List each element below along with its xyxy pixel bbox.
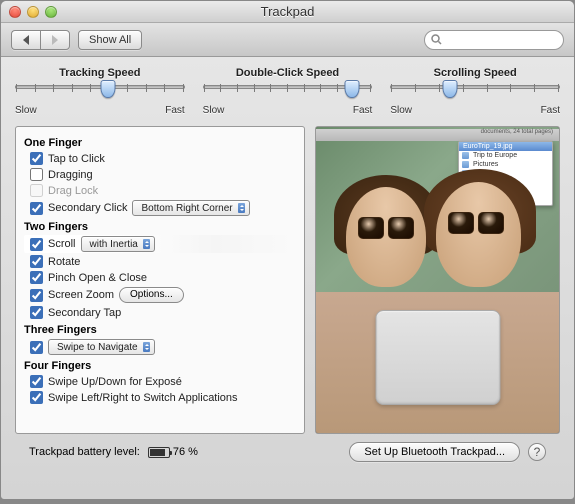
pinch-checkbox[interactable]	[30, 271, 43, 284]
setup-bluetooth-button[interactable]: Set Up Bluetooth Trackpad...	[349, 442, 520, 462]
switch-apps-checkbox[interactable]	[30, 391, 43, 404]
gesture-preview: documents, 24 total pages) EuroTrip_19.j…	[315, 126, 560, 434]
four-fingers-heading: Four Fingers	[24, 360, 296, 372]
scroll-checkbox[interactable]	[30, 238, 43, 251]
tap-to-click-checkbox[interactable]	[30, 152, 43, 165]
three-fingers-heading: Three Fingers	[24, 324, 296, 336]
scrolling-speed-label: Scrolling Speed	[390, 67, 560, 79]
search-field[interactable]	[424, 30, 564, 50]
expose-checkbox[interactable]	[30, 375, 43, 388]
help-button[interactable]: ?	[528, 443, 546, 461]
options-panel: One Finger Tap to Click Dragging Drag Lo…	[15, 126, 305, 434]
tracking-speed-slider[interactable]	[15, 85, 185, 103]
tracking-speed-label: Tracking Speed	[15, 67, 185, 79]
back-button[interactable]	[11, 30, 40, 50]
nav-seg	[11, 30, 70, 50]
dragging-checkbox[interactable]	[30, 168, 43, 181]
doubleclick-speed-label: Double-Click Speed	[203, 67, 373, 79]
window-title: Trackpad	[1, 4, 574, 19]
slider-knob[interactable]	[344, 80, 359, 98]
window: Trackpad Show All Tracking Speed SlowFas…	[0, 0, 575, 500]
three-finger-swipe-popup[interactable]: Swipe to Navigate	[48, 339, 155, 355]
one-finger-heading: One Finger	[24, 137, 296, 149]
secondary-click-popup[interactable]: Bottom Right Corner	[132, 200, 249, 216]
secondary-tap-checkbox[interactable]	[30, 306, 43, 319]
tracking-speed-block: Tracking Speed SlowFast	[15, 67, 185, 116]
screen-zoom-options-button[interactable]: Options...	[119, 287, 184, 303]
slider-knob[interactable]	[101, 80, 116, 98]
footer: Trackpad battery level: 76 % Set Up Blue…	[15, 434, 560, 470]
doubleclick-speed-block: Double-Click Speed SlowFast	[203, 67, 373, 116]
battery-percent: 76 %	[173, 446, 198, 458]
scroll-popup[interactable]: with Inertia	[81, 236, 155, 252]
search-input[interactable]	[446, 34, 557, 46]
battery-icon	[148, 447, 170, 458]
trackpad-image	[375, 310, 500, 405]
forward-button[interactable]	[40, 30, 70, 50]
titlebar: Trackpad	[1, 1, 574, 23]
two-fingers-heading: Two Fingers	[24, 221, 296, 233]
speed-sliders: Tracking Speed SlowFast Double-Click Spe…	[15, 67, 560, 116]
doubleclick-speed-slider[interactable]	[203, 85, 373, 103]
secondary-click-checkbox[interactable]	[30, 202, 43, 215]
preview-doc-info: documents, 24 total pages)	[481, 129, 553, 135]
battery-indicator: 76 %	[148, 446, 198, 458]
search-icon	[431, 34, 442, 45]
content: Tracking Speed SlowFast Double-Click Spe…	[1, 57, 574, 476]
scrolling-speed-block: Scrolling Speed SlowFast	[390, 67, 560, 116]
scrolling-speed-slider[interactable]	[390, 85, 560, 103]
show-all-button[interactable]: Show All	[78, 30, 142, 50]
screen-zoom-checkbox[interactable]	[30, 289, 43, 302]
drag-lock-checkbox	[30, 184, 43, 197]
battery-label: Trackpad battery level:	[29, 446, 140, 458]
rotate-checkbox[interactable]	[30, 255, 43, 268]
toolbar: Show All	[1, 23, 574, 57]
three-finger-swipe-checkbox[interactable]	[30, 341, 43, 354]
slider-knob[interactable]	[442, 80, 457, 98]
